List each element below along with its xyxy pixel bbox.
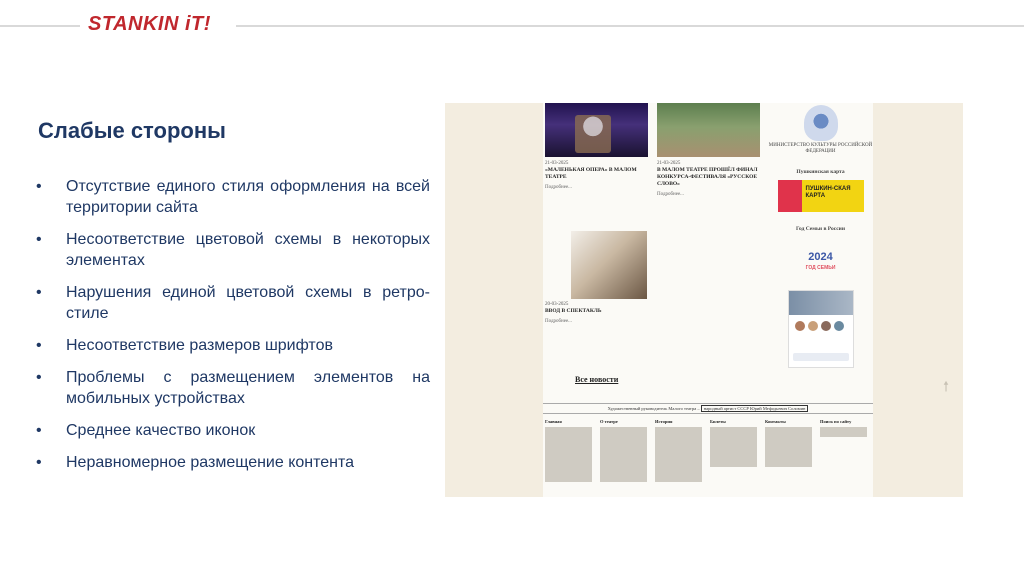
news-item: 21-03-2025 «МАЛЕНЬКАЯ ОПЕРА» В МАЛОМ ТЕА… <box>545 161 648 191</box>
stankin-logo: STANKIN iT! <box>88 13 211 35</box>
news-more-link[interactable]: Подробнее... <box>657 192 760 198</box>
slide-title: Слабые стороны <box>38 118 226 143</box>
news-title[interactable]: ВВОД В СПЕКТАКЛЬ <box>545 308 602 314</box>
news-title[interactable]: «МАЛЕНЬКАЯ ОПЕРА» В МАЛОМ ТЕАТРЕ <box>545 167 637 180</box>
news-date: 21-03-2025 <box>657 161 681 166</box>
website-screenshot: 21-03-2025 «МАЛЕНЬКАЯ ОПЕРА» В МАЛОМ ТЕА… <box>445 103 963 497</box>
website-page: 21-03-2025 «МАЛЕНЬКАЯ ОПЕРА» В МАЛОМ ТЕА… <box>543 103 873 497</box>
footer-heading[interactable]: Главная <box>545 419 598 424</box>
weakness-list: Отсутствие единого стиля оформления на в… <box>36 176 430 484</box>
news-photo-opera <box>545 103 648 157</box>
ministry-label[interactable]: МИНИСТЕРСТВО КУЛЬТУРЫ РОССИЙСКОЙ ФЕДЕРАЦ… <box>768 143 873 155</box>
list-item: Нарушения единой цветовой схемы в ретро-… <box>36 282 430 324</box>
footer-column: Главная <box>543 419 598 482</box>
list-item: Неравномерное размещение контента <box>36 452 430 473</box>
list-item: Несоответствие цветовой схемы в некоторы… <box>36 229 430 271</box>
news-item: 21-03-2025 В МАЛОМ ТЕАТРЕ ПРОШЁЛ ФИНАЛ К… <box>657 161 760 198</box>
footer-column: О театре <box>598 419 653 482</box>
news-photo-festival <box>657 103 760 157</box>
footer-column: Билеты <box>708 419 763 482</box>
footer-columns: Главная О театре История Билеты Контакты… <box>543 419 873 482</box>
footer-heading[interactable]: Поиск по сайту <box>820 419 873 424</box>
pushkin-heading: Пушкинская карта <box>796 169 845 175</box>
news-photo-actor <box>571 231 647 299</box>
footer-column: Контакты <box>763 419 818 482</box>
footer-heading[interactable]: О театре <box>600 419 653 424</box>
family-year-logo[interactable]: 2024 ГОД СЕМЬИ <box>804 252 838 274</box>
vk-widget[interactable] <box>787 290 854 368</box>
news-more-link[interactable]: Подробнее... <box>545 319 648 325</box>
footer-heading[interactable]: Контакты <box>765 419 818 424</box>
news-title[interactable]: В МАЛОМ ТЕАТРЕ ПРОШЁЛ ФИНАЛ КОНКУРСА-ФЕС… <box>657 167 757 187</box>
news-item: 20-03-2025 ВВОД В СПЕКТАКЛЬ Подробнее... <box>545 302 648 325</box>
list-item: Отсутствие единого стиля оформления на в… <box>36 176 430 218</box>
header-divider-left <box>0 25 80 27</box>
all-news-link[interactable]: Все новости <box>575 375 618 384</box>
footer-heading[interactable]: История <box>655 419 708 424</box>
news-date: 20-03-2025 <box>545 302 569 307</box>
footer-column: История <box>653 419 708 482</box>
footer-heading[interactable]: Билеты <box>710 419 763 424</box>
list-item: Несоответствие размеров шрифтов <box>36 335 430 356</box>
ministry-emblem-icon <box>803 105 838 141</box>
list-item: Проблемы с размещением элементов на моби… <box>36 367 430 409</box>
news-date: 21-03-2025 <box>545 161 569 166</box>
website-sidebar: МИНИСТЕРСТВО КУЛЬТУРЫ РОССИЙСКОЙ ФЕДЕРАЦ… <box>768 103 873 368</box>
list-item: Среднее качество иконок <box>36 420 430 441</box>
news-more-link[interactable]: Подробнее... <box>545 185 648 191</box>
family-year-heading: Год Семьи в России <box>796 226 845 232</box>
pushkin-card-banner[interactable]: ПУШКИН-СКАЯ КАРТА <box>777 180 864 212</box>
arrow-up-icon[interactable]: 🠕 <box>943 376 949 400</box>
footer-director-line: Художественный руководитель Малого театр… <box>543 403 873 414</box>
header-divider-right <box>236 25 1024 27</box>
footer-column: Поиск по сайту <box>818 419 873 482</box>
